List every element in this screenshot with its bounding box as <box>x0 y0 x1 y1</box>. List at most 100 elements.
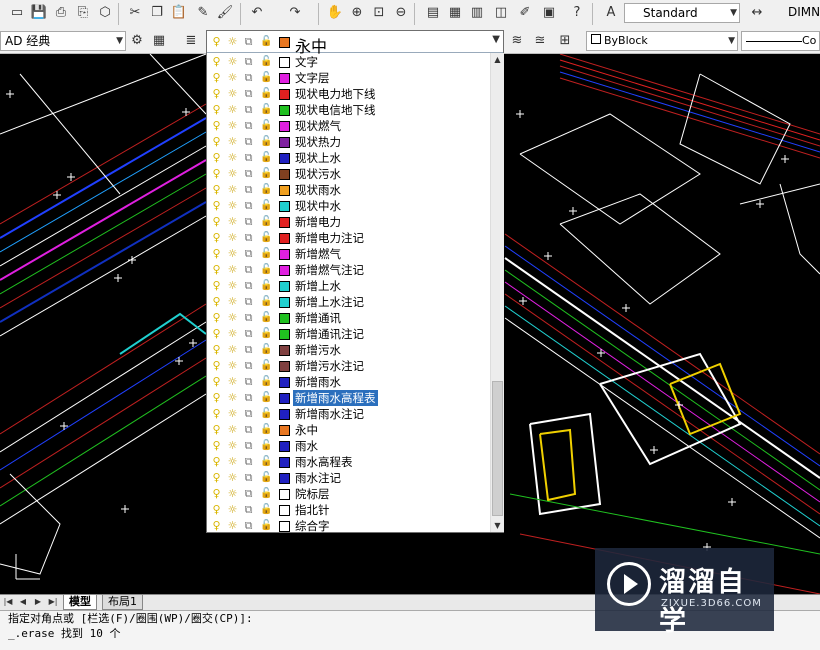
sun-icon[interactable]: ☼ <box>226 407 239 420</box>
first-tab-icon[interactable]: |◀ <box>3 596 13 608</box>
layer-color-swatch[interactable] <box>279 409 290 420</box>
design-center-icon[interactable]: ▦ <box>446 4 464 22</box>
sun-icon[interactable]: ☼ <box>226 87 239 100</box>
pan-icon[interactable]: ✋ <box>326 4 344 22</box>
layer-row[interactable]: ♀ ☼ ⧉ 🔓 新增雨水注记 <box>207 406 489 422</box>
unlock-icon[interactable]: 🔓 <box>260 503 273 516</box>
dim-style-select[interactable]: DIMN <box>770 3 820 23</box>
viewport-freeze-icon[interactable]: ⧉ <box>242 215 255 228</box>
layer-color-swatch[interactable] <box>279 265 290 276</box>
layer-color-swatch[interactable] <box>279 505 290 516</box>
viewport-freeze-icon[interactable]: ⧉ <box>242 439 255 452</box>
chevron-down-icon[interactable]: ▼ <box>492 34 500 45</box>
viewport-freeze-icon[interactable]: ⧉ <box>242 343 255 356</box>
unlock-icon[interactable]: 🔓 <box>260 167 273 180</box>
viewport-freeze-icon[interactable]: ⧉ <box>242 407 255 420</box>
sun-icon[interactable]: ☼ <box>226 199 239 212</box>
bulb-icon[interactable]: ♀ <box>210 391 223 404</box>
unlock-icon[interactable]: 🔓 <box>260 247 273 260</box>
layer-color-swatch[interactable] <box>279 153 290 164</box>
workspace-settings-icon[interactable]: ⚙ <box>128 32 146 50</box>
viewport-freeze-icon[interactable]: ⧉ <box>242 103 255 116</box>
layer-color-swatch[interactable] <box>279 201 290 212</box>
layer-row[interactable]: ♀ ☼ ⧉ 🔓 现状雨水 <box>207 182 489 198</box>
zoom-realtime-icon[interactable]: ⊕ <box>348 4 366 22</box>
layer-color-swatch[interactable] <box>279 121 290 132</box>
last-tab-icon[interactable]: ▶| <box>48 596 58 608</box>
sun-icon[interactable]: ☼ <box>226 151 239 164</box>
zoom-window-icon[interactable]: ⊡ <box>370 4 388 22</box>
layer-row[interactable]: ♀ ☼ ⧉ 🔓 永中 <box>207 422 489 438</box>
zoom-previous-icon[interactable]: ⊖ <box>392 4 410 22</box>
sun-icon[interactable]: ☼ <box>226 487 239 500</box>
prev-tab-icon[interactable]: ◀ <box>18 596 28 608</box>
layer-color-swatch[interactable] <box>279 521 290 532</box>
viewport-freeze-icon[interactable]: ⧉ <box>242 135 255 148</box>
bulb-icon[interactable]: ♀ <box>210 327 223 340</box>
bulb-icon[interactable]: ♀ <box>210 55 223 68</box>
layer-row[interactable]: ♀ ☼ ⧉ 🔓 新增通讯注记 <box>207 326 489 342</box>
viewport-freeze-icon[interactable]: ⧉ <box>242 503 255 516</box>
layer-color-swatch[interactable] <box>279 361 290 372</box>
bulb-icon[interactable]: ♀ <box>210 487 223 500</box>
layer-row[interactable]: ♀ ☼ ⧉ 🔓 雨水 <box>207 438 489 454</box>
make-object-layer-current-icon[interactable]: ≋ <box>508 32 526 50</box>
viewport-freeze-icon[interactable]: ⧉ <box>242 199 255 212</box>
sun-icon[interactable]: ☼ <box>226 295 239 308</box>
layer-row[interactable]: ♀ ☼ ⧉ 🔓 现状污水 <box>207 166 489 182</box>
layer-row[interactable]: ♀ ☼ ⧉ 🔓 综合字 <box>207 518 489 534</box>
layer-color-swatch[interactable] <box>279 137 290 148</box>
save-icon[interactable]: 💾 <box>30 4 48 22</box>
layer-color-swatch[interactable] <box>279 393 290 404</box>
sun-icon[interactable]: ☼ <box>226 119 239 132</box>
markup-icon[interactable]: ✐ <box>516 4 534 22</box>
layer-row[interactable]: ♀ ☼ ⧉ 🔓 新增污水 <box>207 342 489 358</box>
bulb-icon[interactable]: ♀ <box>210 455 223 468</box>
bulb-icon[interactable]: ♀ <box>210 247 223 260</box>
layer-color-swatch[interactable] <box>279 105 290 116</box>
sun-icon[interactable]: ☼ <box>226 519 239 532</box>
layer-color-swatch[interactable] <box>279 217 290 228</box>
layer-color-swatch[interactable] <box>279 89 290 100</box>
unlock-icon[interactable]: 🔓 <box>260 359 273 372</box>
text-style-icon[interactable]: A <box>602 4 620 22</box>
bulb-icon[interactable]: ♀ <box>210 423 223 436</box>
bulb-icon[interactable]: ♀ <box>210 279 223 292</box>
viewport-freeze-icon[interactable]: ⧉ <box>242 87 255 100</box>
layer-color-swatch[interactable] <box>279 377 290 388</box>
layer-color-swatch[interactable] <box>279 233 290 244</box>
unlock-icon[interactable]: 🔓 <box>260 135 273 148</box>
sun-icon[interactable]: ☼ <box>226 311 239 324</box>
viewport-freeze-icon[interactable]: ⧉ <box>242 247 255 260</box>
bulb-icon[interactable]: ♀ <box>210 199 223 212</box>
unlock-icon[interactable]: 🔓 <box>260 263 273 276</box>
viewport-freeze-icon[interactable]: ⧉ <box>242 295 255 308</box>
viewport-freeze-icon[interactable]: ⧉ <box>242 471 255 484</box>
unlock-icon[interactable]: 🔓 <box>260 423 273 436</box>
layer-row[interactable]: ♀ ☼ ⧉ 🔓 文字 <box>207 54 489 70</box>
layer-color-swatch[interactable] <box>279 345 290 356</box>
plot-icon[interactable]: ⎘ <box>74 4 92 22</box>
sun-icon[interactable]: ☼ <box>226 135 239 148</box>
viewport-freeze-icon[interactable]: ⧉ <box>242 311 255 324</box>
layer-row[interactable]: ♀ ☼ ⧉ 🔓 新增上水注记 <box>207 294 489 310</box>
viewport-freeze-icon[interactable]: ⧉ <box>242 183 255 196</box>
text-style-select[interactable]: Standard ▼ <box>624 3 740 23</box>
unlock-icon[interactable]: 🔓 <box>260 215 273 228</box>
bulb-icon[interactable]: ♀ <box>210 519 223 532</box>
layer-row[interactable]: ♀ ☼ ⧉ 🔓 院标层 <box>207 486 489 502</box>
calculator-icon[interactable]: ▣ <box>540 4 558 22</box>
layer-row[interactable]: ♀ ☼ ⧉ 🔓 现状热力 <box>207 134 489 150</box>
layer-row[interactable]: ♀ ☼ ⧉ 🔓 现状中水 <box>207 198 489 214</box>
sun-icon[interactable]: ☼ <box>226 423 239 436</box>
unlock-icon[interactable]: 🔓 <box>260 327 273 340</box>
new-icon[interactable]: ▭ <box>8 4 26 22</box>
sun-icon[interactable]: ☼ <box>226 471 239 484</box>
sun-icon[interactable]: ☼ <box>226 167 239 180</box>
match-properties-icon[interactable]: ✎ <box>194 4 212 22</box>
viewport-freeze-icon[interactable]: ⧉ <box>242 55 255 68</box>
viewport-freeze-icon[interactable]: ⧉ <box>242 423 255 436</box>
viewport-freeze-icon[interactable]: ⧉ <box>242 263 255 276</box>
unlock-icon[interactable]: 🔓 <box>260 311 273 324</box>
viewport-freeze-icon[interactable]: ⧉ <box>242 279 255 292</box>
